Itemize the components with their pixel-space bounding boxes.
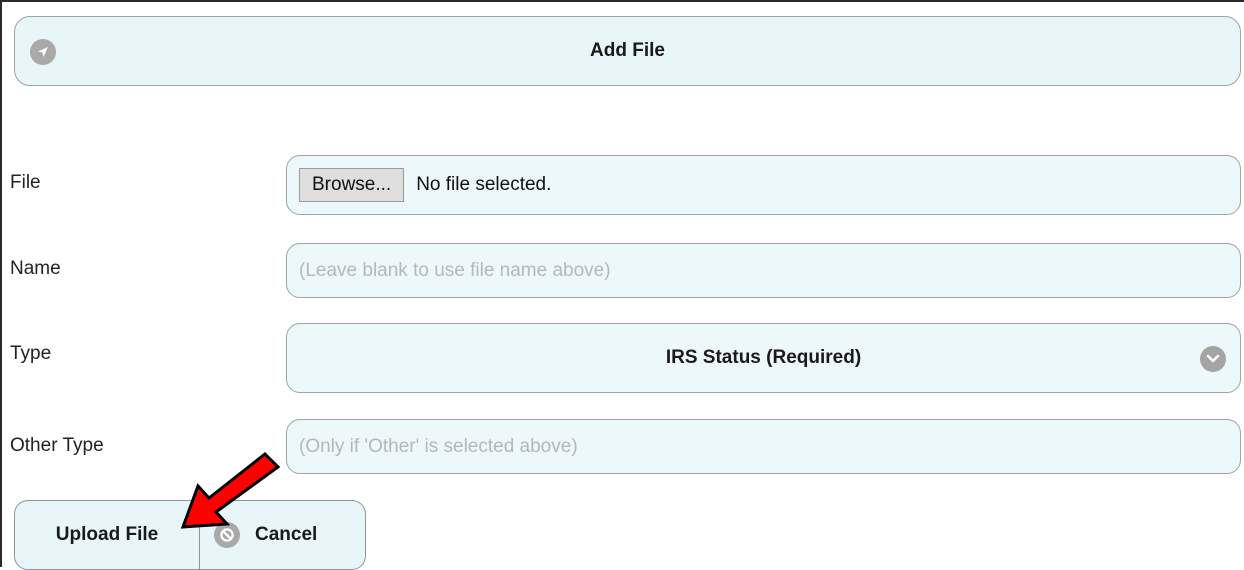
chevron-down-icon (1200, 346, 1226, 372)
type-label: Type (10, 343, 52, 364)
browse-button[interactable]: Browse... (299, 168, 405, 202)
annotation-arrow (180, 451, 281, 529)
name-placeholder: (Leave blank to use file name above) (299, 259, 611, 281)
file-status-text: No file selected. (416, 174, 552, 195)
other-type-label: Other Type (10, 435, 104, 456)
file-field: Browse... No file selected. (286, 155, 1241, 215)
frame-left-border (0, 0, 2, 567)
file-label: File (10, 172, 41, 193)
name-input[interactable]: (Leave blank to use file name above) (286, 243, 1241, 298)
other-type-placeholder: (Only if 'Other' is selected above) (299, 435, 578, 457)
upload-file-label: Upload File (55, 524, 159, 545)
frame-top-border (0, 0, 1244, 2)
name-label: Name (10, 258, 61, 279)
navigation-icon[interactable] (30, 39, 56, 65)
upload-file-button[interactable]: Upload File (14, 500, 200, 570)
type-select[interactable]: IRS Status (Required) (286, 323, 1241, 393)
other-type-input[interactable]: (Only if 'Other' is selected above) (286, 419, 1241, 474)
dialog-header: Add File (14, 16, 1241, 86)
dialog-title: Add File (590, 40, 665, 61)
type-selected-value: IRS Status (Required) (665, 347, 862, 368)
